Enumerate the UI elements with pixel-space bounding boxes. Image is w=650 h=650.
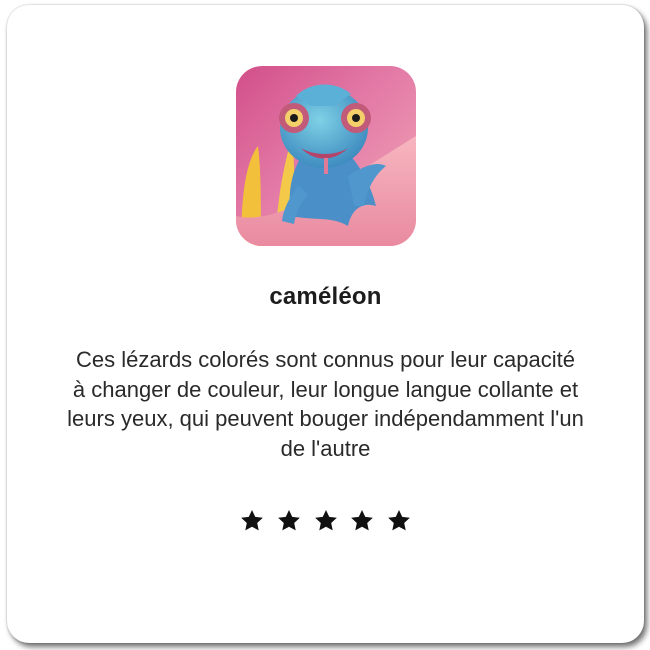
star-icon — [313, 508, 339, 534]
chameleon-photo-icon — [236, 66, 416, 246]
star-icon — [276, 508, 302, 534]
chameleon-image — [236, 66, 416, 246]
card-title: caméléon — [269, 283, 382, 310]
card-description: Ces lézards colorés sont connus pour leu… — [67, 347, 584, 461]
star-rating — [7, 508, 644, 541]
star-icon — [239, 508, 265, 534]
star-icon — [349, 508, 375, 534]
page: caméléon Ces lézards colorés sont connus… — [0, 0, 650, 650]
star-icon — [386, 508, 412, 534]
profile-card: caméléon Ces lézards colorés sont connus… — [7, 5, 644, 643]
